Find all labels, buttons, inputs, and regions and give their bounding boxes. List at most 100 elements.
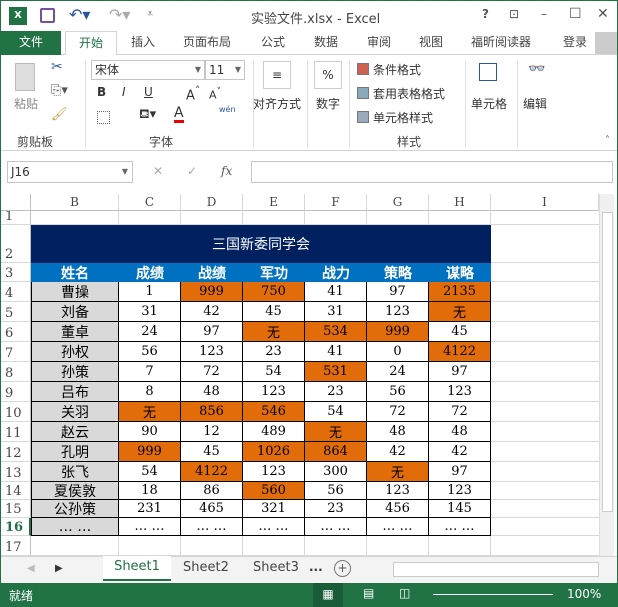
prev-sheet-icon[interactable]: ◀ xyxy=(27,563,35,574)
table-cell[interactable]: 72 xyxy=(181,362,243,382)
table-cell[interactable]: 45 xyxy=(181,442,243,462)
table-cell[interactable]: 145 xyxy=(429,500,491,518)
table-cell[interactable]: 41 xyxy=(305,342,367,362)
normal-view-icon[interactable]: ▦ xyxy=(313,583,343,607)
tab-formulas[interactable]: 公式 xyxy=(261,31,285,55)
table-cell[interactable]: 97 xyxy=(367,282,429,302)
zoom-slider[interactable] xyxy=(433,594,553,595)
insert-function-button[interactable]: fx xyxy=(221,164,232,178)
tab-home[interactable]: 开始 xyxy=(65,31,117,56)
format-painter-icon[interactable]: 🖌 xyxy=(51,107,68,122)
table-cell[interactable]: 56 xyxy=(119,342,181,362)
column-title-5[interactable]: 策略 xyxy=(367,263,429,282)
table-cell[interactable]: 8 xyxy=(119,382,181,402)
table-cell[interactable]: 无 xyxy=(305,422,367,442)
close-button[interactable]: ✕ xyxy=(597,6,609,22)
table-cell[interactable]: … … xyxy=(429,518,491,536)
next-sheet-icon[interactable]: ▶ xyxy=(55,563,63,574)
table-cell[interactable]: 97 xyxy=(429,362,491,382)
increase-font-icon[interactable]: A˄ xyxy=(186,84,200,103)
table-cell[interactable]: 54 xyxy=(119,462,181,482)
table-cell[interactable]: 300 xyxy=(305,462,367,482)
name-cell[interactable]: 张飞 xyxy=(31,462,119,482)
table-cell[interactable]: 42 xyxy=(181,302,243,322)
phonetic-icon[interactable]: wén xyxy=(219,105,236,114)
table-cell[interactable]: 无 xyxy=(367,462,429,482)
name-cell[interactable]: 夏侯敦 xyxy=(31,482,119,500)
cells-icon[interactable] xyxy=(479,63,497,81)
table-cell[interactable]: … … xyxy=(367,518,429,536)
table-cell[interactable]: 97 xyxy=(429,462,491,482)
table-cell[interactable]: 24 xyxy=(119,322,181,342)
tab-view[interactable]: 视图 xyxy=(419,31,443,55)
collapse-ribbon-icon[interactable]: ˄ xyxy=(605,135,610,146)
column-title-4[interactable]: 战力 xyxy=(305,263,367,282)
table-cell[interactable]: 45 xyxy=(429,322,491,342)
table-cell[interactable]: 86 xyxy=(181,482,243,500)
table-cell[interactable]: 48 xyxy=(429,422,491,442)
format-as-table-button[interactable]: 套用表格格式 xyxy=(373,85,445,102)
avatar[interactable] xyxy=(595,32,617,54)
table-cell[interactable]: 750 xyxy=(243,282,305,302)
italic-button[interactable]: I xyxy=(122,85,126,99)
enter-icon[interactable]: ✓ xyxy=(187,164,197,178)
minimize-button[interactable]: – xyxy=(541,7,547,21)
sheet-tab-sheet1[interactable]: Sheet1 xyxy=(103,556,171,581)
name-cell[interactable]: 孙策 xyxy=(31,362,119,382)
table-cell[interactable]: 0 xyxy=(367,342,429,362)
font-name-select[interactable]: 宋体 ▼ xyxy=(91,60,205,80)
table-cell[interactable]: 72 xyxy=(429,402,491,422)
table-cell[interactable]: 23 xyxy=(243,342,305,362)
tab-foxit[interactable]: 福昕阅读器 xyxy=(471,31,531,55)
fill-color-icon[interactable]: ⛾▾ xyxy=(139,107,156,124)
undo-icon[interactable]: ↶▾ xyxy=(69,5,90,24)
table-cell[interactable]: 123 xyxy=(243,382,305,402)
name-cell[interactable]: 刘备 xyxy=(31,302,119,322)
tab-data[interactable]: 数据 xyxy=(314,31,338,55)
cells-button[interactable]: 单元格 xyxy=(471,95,507,112)
sign-in-link[interactable]: 登录 xyxy=(563,31,587,55)
cancel-icon[interactable]: ✕ xyxy=(153,164,163,178)
table-cell[interactable]: 无 xyxy=(429,302,491,322)
cut-icon[interactable]: ✂ xyxy=(51,59,63,75)
column-title-0[interactable]: 姓名 xyxy=(31,263,119,282)
table-cell[interactable]: 31 xyxy=(305,302,367,322)
sheet-tab-sheet2[interactable]: Sheet2 xyxy=(183,560,229,575)
table-cell[interactable]: 90 xyxy=(119,422,181,442)
help-button[interactable]: ? xyxy=(482,7,489,21)
editing-button[interactable]: 编辑 xyxy=(523,95,547,112)
table-cell[interactable]: 56 xyxy=(367,382,429,402)
table-cell[interactable]: 489 xyxy=(243,422,305,442)
table-cell[interactable]: 48 xyxy=(181,382,243,402)
table-cell[interactable]: 1 xyxy=(119,282,181,302)
table-cell[interactable]: 12 xyxy=(181,422,243,442)
table-cell[interactable]: 465 xyxy=(181,500,243,518)
table-cell[interactable]: 18 xyxy=(119,482,181,500)
customize-qat-icon[interactable]: ⩡ xyxy=(147,7,153,21)
copy-icon[interactable]: ⎘▾ xyxy=(51,83,68,98)
vertical-scrollbar[interactable] xyxy=(599,194,614,556)
page-layout-view-icon[interactable]: ▤ xyxy=(363,586,374,600)
name-box[interactable]: J16 ▼ xyxy=(7,161,133,183)
table-cell[interactable]: … … xyxy=(243,518,305,536)
table-cell[interactable]: 2135 xyxy=(429,282,491,302)
name-cell[interactable]: 董卓 xyxy=(31,322,119,342)
sheet-tab-sheet3[interactable]: Sheet3 xyxy=(253,560,299,575)
tab-page-layout[interactable]: 页面布局 xyxy=(183,31,231,55)
font-size-select[interactable]: 11 ▼ xyxy=(205,60,245,80)
save-icon[interactable] xyxy=(40,8,55,23)
table-cell[interactable]: 999 xyxy=(367,322,429,342)
table-cell[interactable]: 42 xyxy=(429,442,491,462)
name-cell[interactable]: … … xyxy=(31,518,119,536)
table-cell[interactable]: … … xyxy=(119,518,181,536)
column-title-1[interactable]: 成绩 xyxy=(119,263,181,282)
table-cell[interactable]: 无 xyxy=(243,322,305,342)
table-cell[interactable]: … … xyxy=(181,518,243,536)
table-cell[interactable]: 54 xyxy=(305,402,367,422)
table-cell[interactable]: 456 xyxy=(367,500,429,518)
table-cell[interactable]: 1026 xyxy=(243,442,305,462)
table-cell[interactable]: 24 xyxy=(367,362,429,382)
align-icon[interactable]: ≡ xyxy=(263,61,291,89)
font-color-icon[interactable]: A xyxy=(174,106,184,123)
table-cell[interactable]: 123 xyxy=(429,482,491,500)
